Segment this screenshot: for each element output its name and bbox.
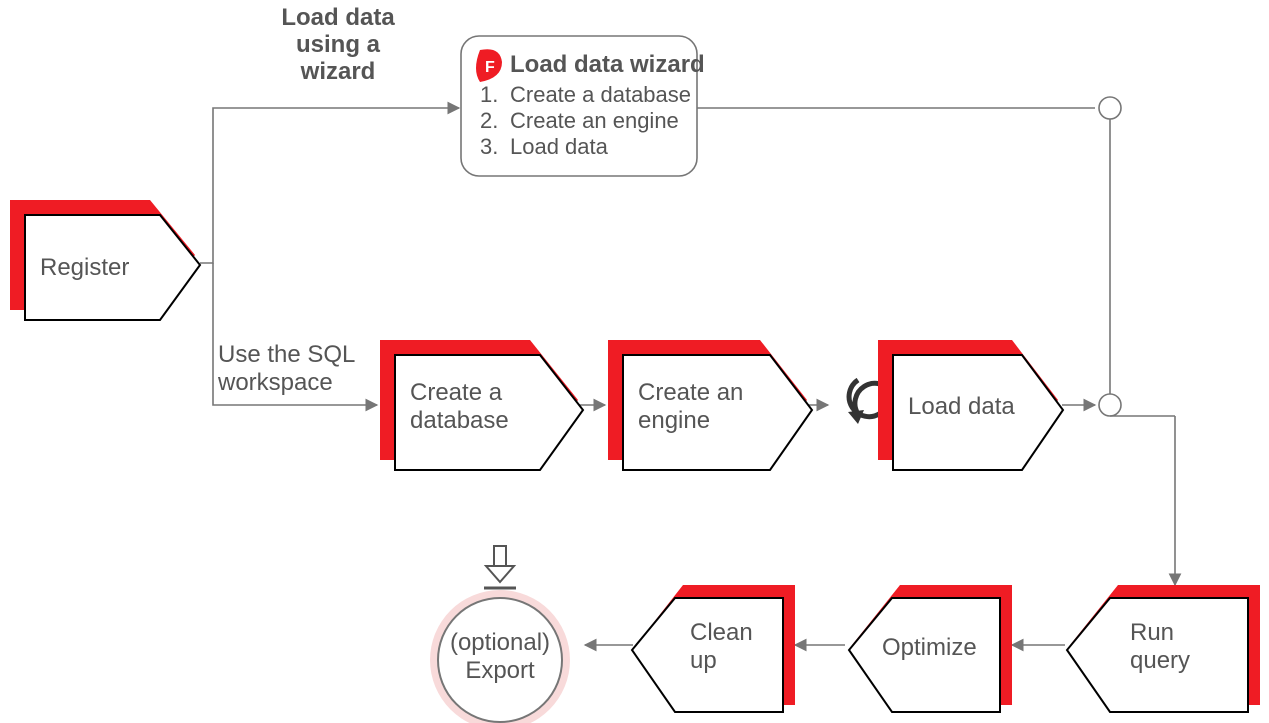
svg-text:Create a database: Create a database <box>510 82 691 107</box>
svg-text:Load data: Load data <box>510 134 609 159</box>
svg-text:3.: 3. <box>480 134 498 159</box>
svg-text:wizard: wizard <box>300 58 376 85</box>
svg-text:Create a: Create a <box>410 379 503 406</box>
flow-diagram: Register Load data using a wizard F Load… <box>0 0 1269 723</box>
svg-text:Use the SQL: Use the SQL <box>218 341 355 368</box>
svg-text:Create an: Create an <box>638 379 743 406</box>
step-load-data: Load data <box>878 340 1063 470</box>
step-optimize: Optimize <box>849 585 1012 712</box>
download-icon <box>484 546 516 588</box>
register-label: Register <box>40 254 129 281</box>
svg-text:workspace: workspace <box>217 369 333 396</box>
svg-text:Create an engine: Create an engine <box>510 108 679 133</box>
step-clean-up: Clean up <box>632 585 795 712</box>
step-export: (optional) Export <box>430 590 570 723</box>
svg-text:up: up <box>690 647 717 674</box>
svg-text:Load data: Load data <box>281 4 395 31</box>
svg-text:using a: using a <box>296 31 381 58</box>
svg-text:(optional): (optional) <box>450 629 550 656</box>
svg-text:F: F <box>485 59 495 76</box>
wizard-box: F Load data wizard 1. Create a database … <box>461 36 705 176</box>
step-create-database: Create a database <box>380 340 583 470</box>
svg-text:Clean: Clean <box>690 619 753 646</box>
svg-text:database: database <box>410 407 509 434</box>
sql-caption: Use the SQL workspace <box>217 341 355 396</box>
svg-text:Optimize: Optimize <box>882 634 977 661</box>
svg-text:query: query <box>1130 647 1190 674</box>
svg-text:1.: 1. <box>480 82 498 107</box>
svg-text:Load data: Load data <box>908 393 1015 420</box>
step-register: Register <box>10 200 200 320</box>
step-create-engine: Create an engine <box>608 340 812 470</box>
svg-text:Export: Export <box>465 657 535 684</box>
wizard-caption: Load data using a wizard <box>281 4 395 85</box>
step-run-query: Run query <box>1067 585 1260 712</box>
svg-text:engine: engine <box>638 407 710 434</box>
firebolt-icon: F <box>476 49 502 82</box>
svg-text:Run: Run <box>1130 619 1174 646</box>
svg-text:2.: 2. <box>480 108 498 133</box>
svg-text:Load data wizard: Load data wizard <box>510 51 705 78</box>
